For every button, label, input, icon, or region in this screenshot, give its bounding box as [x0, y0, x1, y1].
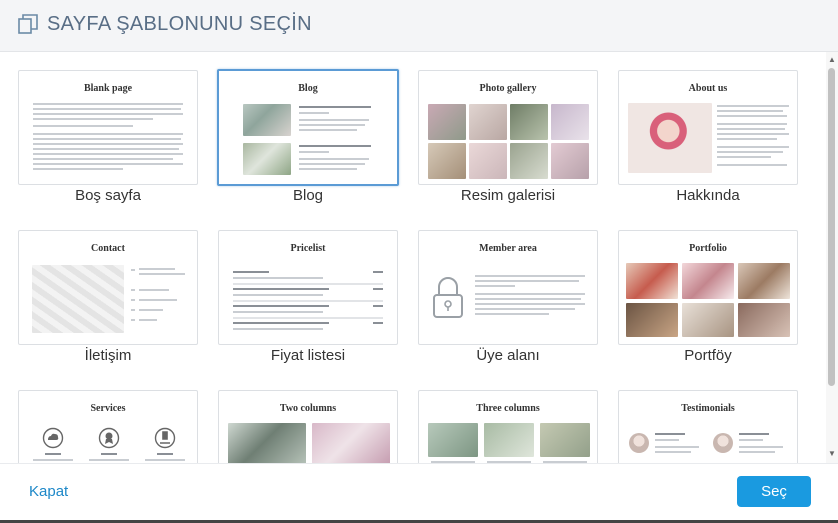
template-preview[interactable]: Member area: [418, 230, 598, 345]
template-preview[interactable]: Testimonials: [618, 390, 798, 463]
template-preview[interactable]: Contact: [18, 230, 198, 345]
award-icon: [98, 427, 120, 449]
template-preview[interactable]: Blank page: [18, 70, 198, 185]
template-preview[interactable]: Portfolio: [618, 230, 798, 345]
template-preview[interactable]: Photo gallery: [418, 70, 598, 185]
scroll-up-icon[interactable]: ▲: [828, 56, 836, 64]
template-label: Üye alanı: [476, 347, 540, 364]
avatar: [713, 433, 733, 453]
template-preview[interactable]: Services: [18, 390, 198, 463]
template-preview[interactable]: Two columns: [218, 390, 398, 463]
template-label: Blog: [292, 187, 324, 204]
cloud-icon: [42, 427, 64, 449]
template-preview[interactable]: About us: [618, 70, 798, 185]
scrollbar-thumb[interactable]: [828, 68, 835, 386]
copy-pages-icon: [18, 14, 38, 34]
dialog-header: SAYFA ŞABLONUNU SEÇİN: [0, 0, 838, 52]
template-preview[interactable]: Three columns: [418, 390, 598, 463]
dialog-footer: Kapat Seç: [0, 463, 838, 523]
select-button[interactable]: Seç: [737, 476, 811, 507]
template-label: Boş sayfa: [75, 187, 141, 204]
scroll-down-icon[interactable]: ▼: [828, 450, 836, 458]
vertical-scrollbar[interactable]: ▲ ▼: [826, 52, 838, 463]
template-label: Fiyat listesi: [270, 347, 346, 364]
lock-icon: [433, 277, 463, 318]
template-label: İletişim: [84, 347, 132, 364]
template-preview[interactable]: Pricelist: [218, 230, 398, 345]
template-label: Resim galerisi: [460, 187, 556, 204]
microscope-icon: [154, 427, 176, 449]
template-label: Hakkında: [676, 187, 740, 204]
close-button[interactable]: Kapat: [29, 483, 68, 500]
template-label: Portföy: [684, 347, 732, 364]
template-preview[interactable]: Blog: [217, 69, 399, 186]
avatar: [629, 433, 649, 453]
dialog-title: SAYFA ŞABLONUNU SEÇİN: [47, 13, 312, 35]
template-grid: Blank page Boş sayfa Blog Blog Photo gal…: [0, 52, 826, 463]
